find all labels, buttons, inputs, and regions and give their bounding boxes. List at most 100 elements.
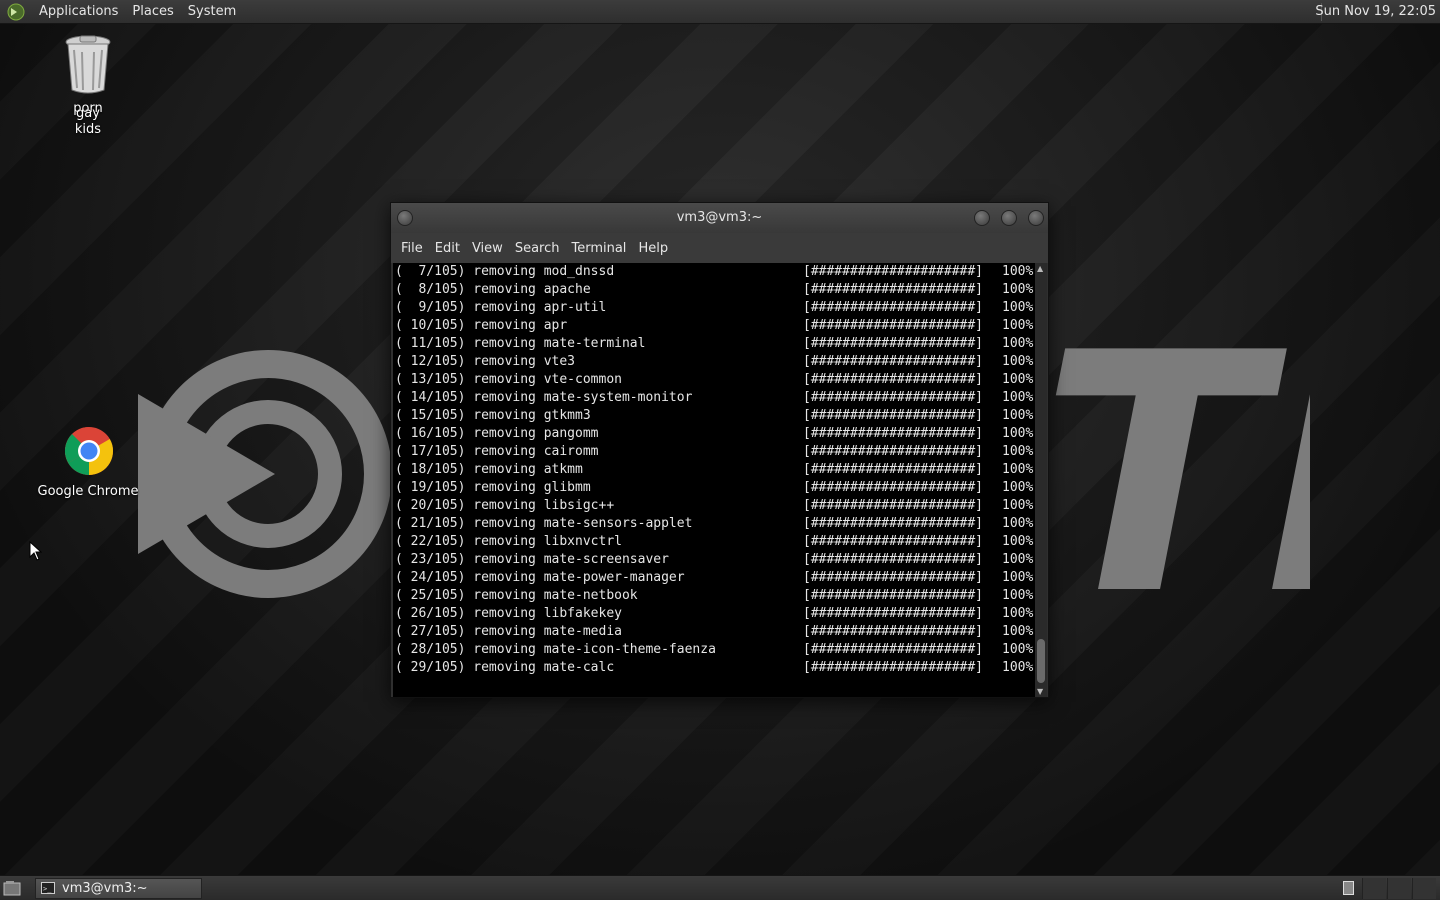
terminal-line-text: ( 21/105) removing mate-sensors-applet (395, 516, 693, 531)
terminal-line-text: ( 16/105) removing pangomm (395, 426, 599, 441)
terminal-progress-bar: [#####################] (803, 300, 984, 315)
mate-menu-icon[interactable] (7, 3, 25, 21)
terminal-progress-percent: 100% (1002, 588, 1034, 603)
terminal-line: ( 14/105) removing mate-system-monitor [#… (393, 389, 1035, 407)
terminal-progress-percent: 100% (1002, 354, 1034, 369)
terminal-line-text: ( 17/105) removing cairomm (395, 444, 599, 459)
terminal-progress-bar: [#####################] (803, 588, 984, 603)
terminal-progress-percent: 100% (1002, 426, 1034, 441)
terminal-progress-bar: [#####################] (803, 624, 984, 639)
terminal-progress-bar: [#####################] (803, 390, 984, 405)
bottom-panel: vm3@vm3:~ (0, 875, 1440, 900)
terminal-line: ( 21/105) removing mate-sensors-applet [#… (393, 515, 1035, 533)
terminal-progress-bar: [#####################] (803, 336, 984, 351)
terminal-line: ( 23/105) removing mate-screensaver [####… (393, 551, 1035, 569)
terminal-line: ( 24/105) removing mate-power-manager [##… (393, 569, 1035, 587)
terminal-line-text: ( 26/105) removing libfakekey (395, 606, 622, 621)
terminal-window[interactable]: vm3@vm3:~ File Edit View Search Terminal… (390, 202, 1049, 698)
terminal-scrollbar[interactable]: ▲ ▼ (1035, 263, 1047, 697)
system-menu[interactable]: System (181, 0, 243, 24)
taskbar-button-label: vm3@vm3:~ (62, 881, 148, 896)
terminal-line-text: ( 11/105) removing mate-terminal (395, 336, 646, 351)
terminal-line-text: ( 18/105) removing atkmm (395, 462, 583, 477)
terminal-progress-percent: 100% (1002, 660, 1034, 675)
terminal-progress-bar: [#####################] (803, 408, 984, 423)
terminal-progress-percent: 100% (1002, 534, 1034, 549)
menu-terminal[interactable]: Terminal (565, 241, 632, 256)
terminal-line-text: ( 29/105) removing mate-calc (395, 660, 615, 675)
trash-desktop-icon[interactable]: porn gay kids (58, 34, 118, 137)
window-title: vm3@vm3:~ (676, 210, 763, 225)
terminal-progress-bar: [#####################] (803, 264, 984, 279)
chrome-label: Google Chrome (37, 484, 139, 499)
top-panel: Applications Places System Sun Nov 19, 2… (0, 0, 1440, 24)
workspace-1[interactable] (1362, 878, 1386, 899)
terminal-line: ( 19/105) removing glibmm [##############… (393, 479, 1035, 497)
menu-edit[interactable]: Edit (429, 241, 466, 256)
scroll-up-icon[interactable]: ▲ (1037, 264, 1043, 273)
terminal-line: ( 27/105) removing mate-media [##########… (393, 623, 1035, 641)
terminal-progress-percent: 100% (1002, 282, 1034, 297)
chrome-icon (64, 427, 114, 475)
terminal-line: ( 28/105) removing mate-icon-theme-faenz… (393, 641, 1035, 659)
taskbar-terminal-button[interactable]: vm3@vm3:~ (35, 878, 202, 899)
show-desktop-icon[interactable] (3, 880, 21, 896)
window-menu-button[interactable] (397, 210, 413, 226)
terminal-line-text: ( 20/105) removing libsigc++ (395, 498, 615, 513)
terminal-progress-bar: [#####################] (803, 282, 984, 297)
trash-label-line1: porn gay (73, 101, 103, 121)
terminal-progress-percent: 100% (1002, 408, 1034, 423)
terminal-icon (41, 880, 55, 899)
menu-search[interactable]: Search (509, 241, 566, 256)
terminal-progress-percent: 100% (1002, 570, 1034, 585)
maximize-button[interactable] (1001, 210, 1017, 226)
menu-file[interactable]: File (395, 241, 429, 256)
terminal-line-text: ( 15/105) removing gtkmm3 (395, 408, 591, 423)
terminal-line: ( 29/105) removing mate-calc [###########… (393, 659, 1035, 677)
terminal-progress-percent: 100% (1002, 264, 1034, 279)
places-menu[interactable]: Places (125, 0, 180, 24)
menu-help[interactable]: Help (632, 241, 674, 256)
terminal-line-text: ( 14/105) removing mate-system-monitor (395, 390, 693, 405)
scroll-down-icon[interactable]: ▼ (1037, 687, 1043, 696)
terminal-progress-percent: 100% (1002, 642, 1034, 657)
terminal-progress-bar: [#####################] (803, 462, 984, 477)
terminal-menubar: File Edit View Search Terminal Help (391, 233, 1048, 263)
terminal-line-text: ( 9/105) removing apr-util (395, 300, 607, 315)
workspace-3[interactable] (1412, 878, 1436, 899)
terminal-line: ( 17/105) removing cairomm [#############… (393, 443, 1035, 461)
close-button[interactable] (1028, 210, 1044, 226)
terminal-progress-percent: 100% (1002, 606, 1034, 621)
notification-tray-icon[interactable] (1343, 881, 1354, 895)
terminal-progress-bar: [#####################] (803, 552, 984, 567)
terminal-line: ( 9/105) removing apr-util [#############… (393, 299, 1035, 317)
terminal-output[interactable]: ( 7/105) removing mod_dnssd [############… (393, 263, 1035, 697)
terminal-line-text: ( 7/105) removing mod_dnssd (395, 264, 615, 279)
terminal-progress-bar: [#####################] (803, 516, 984, 531)
minimize-button[interactable] (974, 210, 990, 226)
mate-wordmark: TE (1040, 324, 1310, 604)
terminal-line-text: ( 8/105) removing apache (395, 282, 591, 297)
mouse-cursor-icon (29, 541, 43, 561)
terminal-progress-bar: [#####################] (803, 480, 984, 495)
terminal-line: ( 11/105) removing mate-terminal [#######… (393, 335, 1035, 353)
terminal-progress-bar: [#####################] (803, 444, 984, 459)
terminal-titlebar[interactable]: vm3@vm3:~ (391, 203, 1048, 233)
terminal-progress-percent: 100% (1002, 552, 1034, 567)
terminal-line: ( 15/105) removing gtkmm3 [##############… (393, 407, 1035, 425)
terminal-line: ( 16/105) removing pangomm [#############… (393, 425, 1035, 443)
terminal-line: ( 20/105) removing libsigc++ [###########… (393, 497, 1035, 515)
terminal-progress-bar: [#####################] (803, 642, 984, 657)
menu-view[interactable]: View (466, 241, 509, 256)
workspace-2[interactable] (1387, 878, 1411, 899)
terminal-progress-bar: [#####################] (803, 570, 984, 585)
terminal-progress-percent: 100% (1002, 498, 1034, 513)
applications-menu[interactable]: Applications (32, 0, 125, 24)
clock[interactable]: Sun Nov 19, 22:05 (1315, 0, 1436, 24)
terminal-progress-bar: [#####################] (803, 354, 984, 369)
terminal-progress-percent: 100% (1002, 390, 1034, 405)
google-chrome-desktop-icon[interactable]: Google Chrome (34, 426, 142, 499)
terminal-line: ( 18/105) removing atkmm [###############… (393, 461, 1035, 479)
scrollbar-thumb[interactable] (1037, 639, 1045, 683)
terminal-progress-bar: [#####################] (803, 498, 984, 513)
